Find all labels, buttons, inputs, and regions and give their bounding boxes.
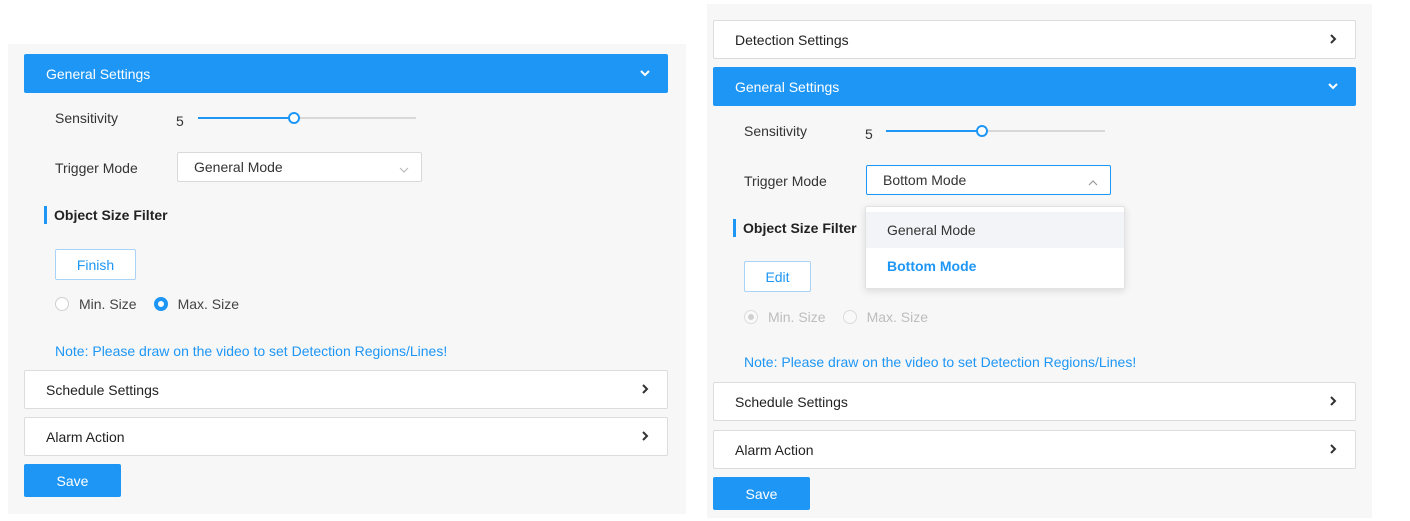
schedule-settings-header[interactable]: Schedule Settings — [713, 382, 1356, 421]
chevron-down-icon — [639, 64, 651, 82]
alarm-action-header[interactable]: Alarm Action — [713, 430, 1356, 469]
edit-button[interactable]: Edit — [744, 261, 811, 292]
trigger-mode-select[interactable]: General Mode — [177, 152, 422, 182]
max-size-label: Max. Size — [866, 309, 929, 325]
trigger-mode-dropdown: General Mode Bottom Mode — [865, 206, 1125, 289]
general-settings-header[interactable]: General Settings — [713, 67, 1356, 106]
sensitivity-slider[interactable] — [886, 125, 1105, 137]
general-settings-label: General Settings — [46, 65, 151, 82]
alarm-action-label: Alarm Action — [46, 428, 125, 445]
slider-thumb[interactable] — [287, 112, 300, 124]
finish-button[interactable]: Finish — [55, 249, 136, 280]
chevron-down-icon — [1327, 77, 1339, 95]
alarm-action-label: Alarm Action — [735, 441, 814, 458]
slider-thumb[interactable] — [976, 125, 989, 137]
save-button[interactable]: Save — [24, 464, 121, 497]
sensitivity-label: Sensitivity — [55, 110, 119, 126]
max-size-radio[interactable] — [842, 310, 857, 324]
caret-down-icon — [399, 162, 409, 178]
min-size-radio[interactable] — [55, 297, 69, 311]
draw-note: Note: Please draw on the video to set De… — [55, 343, 448, 359]
schedule-settings-label: Schedule Settings — [46, 381, 159, 398]
draw-note: Note: Please draw on the video to set De… — [744, 354, 1137, 370]
max-size-label: Max. Size — [177, 296, 240, 312]
general-settings-header[interactable]: General Settings — [24, 54, 668, 93]
sensitivity-value: 5 — [865, 126, 873, 142]
schedule-settings-label: Schedule Settings — [735, 393, 848, 410]
trigger-mode-label: Trigger Mode — [744, 173, 827, 189]
dropdown-option-bottom-mode[interactable]: Bottom Mode — [866, 248, 1124, 284]
detection-settings-header[interactable]: Detection Settings — [713, 20, 1356, 59]
min-size-label: Min. Size — [79, 296, 137, 312]
save-button[interactable]: Save — [713, 477, 810, 510]
right-settings-panel: Detection Settings General Settings Sens… — [707, 4, 1372, 518]
min-size-radio[interactable] — [744, 310, 758, 324]
slider-fill — [886, 130, 983, 132]
size-radio-group: Min. Size Max. Size — [744, 309, 928, 325]
sensitivity-slider[interactable] — [198, 112, 416, 124]
object-size-filter-text: Object Size Filter — [54, 207, 168, 223]
sensitivity-label: Sensitivity — [744, 123, 808, 139]
alarm-action-header[interactable]: Alarm Action — [24, 417, 668, 456]
trigger-mode-label: Trigger Mode — [55, 160, 138, 176]
trigger-mode-value: General Mode — [194, 159, 283, 175]
schedule-settings-header[interactable]: Schedule Settings — [24, 370, 668, 409]
object-size-filter-text: Object Size Filter — [743, 220, 857, 236]
general-settings-label: General Settings — [735, 78, 840, 95]
dropdown-option-general-mode[interactable]: General Mode — [866, 212, 1124, 248]
trigger-mode-value: Bottom Mode — [883, 172, 967, 188]
slider-fill — [198, 117, 294, 119]
min-size-label: Min. Size — [768, 309, 826, 325]
left-settings-panel: General Settings Sensitivity 5 Trigger M… — [8, 44, 686, 514]
object-size-filter-title: Object Size Filter — [44, 206, 168, 224]
trigger-mode-select[interactable]: Bottom Mode — [866, 165, 1111, 195]
caret-up-icon — [1088, 175, 1098, 191]
chevron-right-icon — [1327, 392, 1339, 410]
detection-settings-label: Detection Settings — [735, 31, 849, 48]
max-size-radio[interactable] — [153, 297, 168, 311]
chevron-right-icon — [639, 427, 651, 445]
object-size-filter-title: Object Size Filter — [733, 219, 857, 237]
chevron-right-icon — [1327, 30, 1339, 48]
chevron-right-icon — [1327, 440, 1339, 458]
sensitivity-value: 5 — [176, 113, 184, 129]
chevron-right-icon — [639, 380, 651, 398]
size-radio-group: Min. Size Max. Size — [55, 296, 239, 312]
